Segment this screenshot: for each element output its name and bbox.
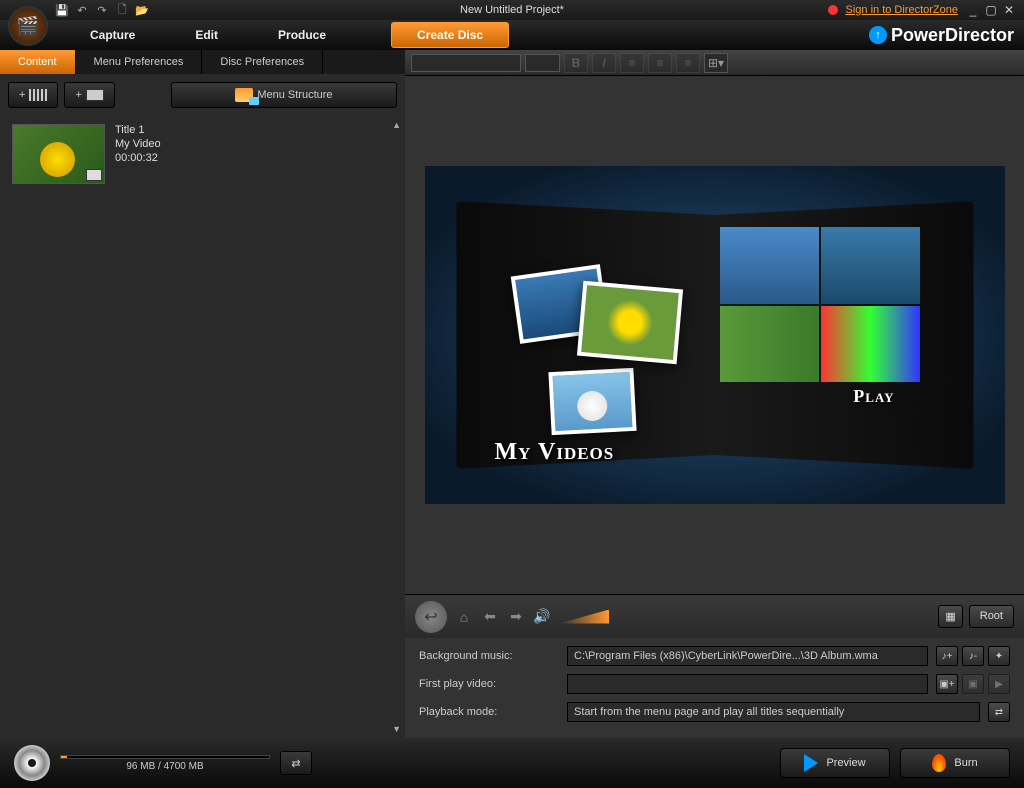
align-right-button[interactable]: ≡: [676, 53, 700, 73]
bottom-bar: 96 MB / 4700 MB ⇄ Preview Burn: [0, 738, 1024, 788]
expand-arrow-icon[interactable]: ▼: [392, 724, 401, 734]
volume-icon[interactable]: 🔊: [533, 608, 551, 625]
music-settings-button[interactable]: ✦: [988, 646, 1010, 666]
item-title: Title 1: [115, 124, 161, 136]
left-panel: Content Menu Preferences Disc Preference…: [0, 50, 405, 738]
root-button[interactable]: Root: [969, 605, 1014, 628]
preview-label: Preview: [826, 757, 865, 769]
disc-icon: [14, 745, 50, 781]
next-icon[interactable]: ➡: [507, 608, 525, 625]
item-name: My Video: [115, 138, 161, 150]
burn-label: Burn: [954, 757, 977, 769]
project-title: New Untitled Project*: [460, 4, 564, 16]
menu-preview[interactable]: Play My Videos: [425, 166, 1005, 504]
new-doc-icon[interactable]: 🗋: [115, 3, 129, 17]
swap-button[interactable]: ⇄: [280, 751, 312, 775]
app-logo-icon: 🎬: [8, 6, 48, 46]
prev-icon[interactable]: ⬅: [481, 608, 499, 625]
create-disc-button[interactable]: Create Disc: [391, 22, 509, 48]
subtab-disc-preferences[interactable]: Disc Preferences: [202, 50, 323, 74]
preview-area: Play My Videos: [405, 76, 1024, 594]
right-panel: B I ≡ ≡ ≡ ⊞▾ Play My Videos ↩: [405, 50, 1024, 738]
bgmusic-label: Background music:: [419, 650, 559, 662]
titlebar: 💾 ↶ ↷ 🗋 📂 New Untitled Project* Sign in …: [0, 0, 1024, 20]
brand-text: PowerDirector: [891, 25, 1014, 46]
tab-capture[interactable]: Capture: [60, 20, 165, 50]
menu-play-text[interactable]: Play: [853, 386, 894, 407]
burn-button[interactable]: Burn: [900, 748, 1010, 778]
font-size-select[interactable]: [525, 54, 560, 72]
add-video-button[interactable]: +: [8, 82, 58, 108]
preview-button[interactable]: Preview: [780, 748, 890, 778]
header: 🎬 Capture Edit Produce Create Disc ↑ Pow…: [0, 20, 1024, 50]
nav-bar: ↩ ⌂ ⬅ ➡ 🔊 ▦ Root: [405, 594, 1024, 638]
subtab-menu-preferences[interactable]: Menu Preferences: [76, 50, 203, 74]
tab-produce[interactable]: Produce: [248, 20, 356, 50]
playback-label: Playback mode:: [419, 706, 559, 718]
play-firstplay-button[interactable]: ▶: [988, 674, 1010, 694]
play-icon: [804, 754, 818, 772]
menu-structure-button[interactable]: Menu Structure: [171, 82, 397, 108]
firstplay-label: First play video:: [419, 678, 559, 690]
thumbnail-view-button[interactable]: ▦: [938, 605, 962, 628]
add-music-button[interactable]: ♪+: [936, 646, 958, 666]
flame-icon: [932, 754, 946, 772]
remove-firstplay-button[interactable]: ▣: [962, 674, 984, 694]
list-item[interactable]: Title 1 My Video 00:00:32: [8, 120, 397, 188]
brand: ↑ PowerDirector: [869, 25, 1014, 46]
subtab-content[interactable]: Content: [0, 50, 76, 74]
video-thumbnail: [12, 124, 105, 184]
close-icon[interactable]: ✕: [1002, 3, 1016, 17]
add-slideshow-button[interactable]: +: [64, 82, 114, 108]
firstplay-input[interactable]: [567, 674, 928, 694]
redo-icon[interactable]: ↷: [95, 3, 109, 17]
menu-structure-label: Menu Structure: [257, 89, 332, 101]
directorzone-dot-icon: [828, 5, 838, 15]
layout-button[interactable]: ⊞▾: [704, 53, 728, 73]
align-center-button[interactable]: ≡: [648, 53, 672, 73]
bold-button[interactable]: B: [564, 53, 588, 73]
font-family-select[interactable]: [411, 54, 521, 72]
menu-structure-icon: [235, 88, 253, 102]
nav-back-button[interactable]: ↩: [415, 601, 447, 633]
collapse-arrow-icon[interactable]: ▲: [392, 120, 401, 130]
align-left-button[interactable]: ≡: [620, 53, 644, 73]
minimize-icon[interactable]: _: [966, 3, 980, 17]
add-firstplay-button[interactable]: ▣+: [936, 674, 958, 694]
capacity-meter: 96 MB / 4700 MB: [60, 755, 270, 772]
undo-icon[interactable]: ↶: [75, 3, 89, 17]
maximize-icon[interactable]: ▢: [984, 3, 998, 17]
volume-slider[interactable]: [559, 610, 609, 624]
directorzone-link[interactable]: Sign in to DirectorZone: [846, 4, 959, 16]
content-list: ▲ Title 1 My Video 00:00:32 ▼: [0, 116, 405, 738]
save-icon[interactable]: 💾: [55, 3, 69, 17]
tab-edit[interactable]: Edit: [165, 20, 248, 50]
remove-music-button[interactable]: ♪-: [962, 646, 984, 666]
text-toolbar: B I ≡ ≡ ≡ ⊞▾: [405, 50, 1024, 76]
playback-mode-button[interactable]: ⇄: [988, 702, 1010, 722]
settings-area: Background music: ♪+ ♪- ✦ First play vid…: [405, 638, 1024, 738]
open-folder-icon[interactable]: 📂: [135, 3, 149, 17]
italic-button[interactable]: I: [592, 53, 616, 73]
home-icon[interactable]: ⌂: [455, 609, 473, 625]
playback-input[interactable]: [567, 702, 980, 722]
menu-title-text[interactable]: My Videos: [495, 439, 615, 466]
bgmusic-input[interactable]: [567, 646, 928, 666]
brand-icon: ↑: [869, 26, 887, 44]
item-duration: 00:00:32: [115, 152, 161, 164]
capacity-text: 96 MB / 4700 MB: [60, 761, 270, 772]
